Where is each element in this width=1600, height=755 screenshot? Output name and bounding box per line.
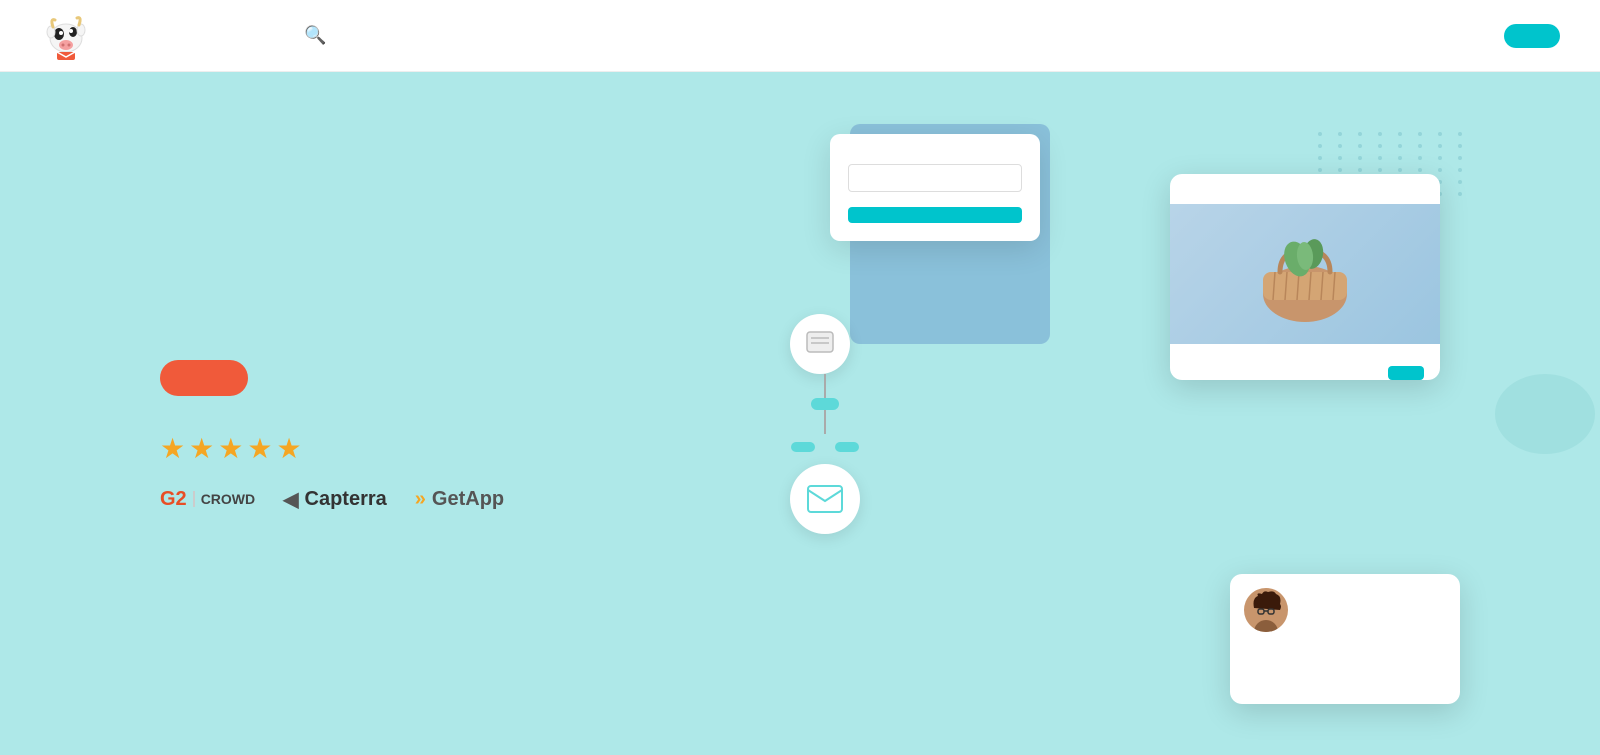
getapp-arrows-icon: » bbox=[415, 488, 426, 511]
navbar: 🔍 bbox=[0, 0, 1600, 72]
flow-no-node bbox=[835, 442, 859, 452]
automation-flow bbox=[790, 314, 860, 534]
star-3: ★ bbox=[218, 432, 243, 465]
flow-email-icon bbox=[790, 464, 860, 534]
hero-section: const dp = document.querySelector('.dots… bbox=[0, 72, 1600, 755]
getapp-badge: » GetApp bbox=[415, 488, 504, 511]
analytics-header bbox=[1244, 588, 1446, 632]
start-free-nav-button[interactable] bbox=[1504, 24, 1560, 48]
star-4: ★ bbox=[247, 432, 272, 465]
capterra-label: Capterra bbox=[305, 488, 387, 511]
star-5: ★ bbox=[276, 432, 301, 465]
blob-decoration bbox=[1495, 374, 1595, 454]
capterra-arrow-icon: ◀ bbox=[283, 487, 298, 512]
flow-split bbox=[790, 442, 860, 452]
nav-links: 🔍 bbox=[160, 25, 1480, 46]
star-1: ★ bbox=[160, 432, 185, 465]
sub-form-subscribe-button[interactable] bbox=[848, 207, 1022, 223]
flow-start-icon bbox=[790, 314, 850, 374]
newsletter-card bbox=[1170, 174, 1440, 380]
flow-line-1 bbox=[824, 374, 826, 398]
trust-logos: G2 CROWD ◀ Capterra » GetApp bbox=[160, 487, 780, 512]
logo-icon bbox=[40, 10, 92, 62]
star-2: ★ bbox=[189, 432, 214, 465]
hero-start-free-button[interactable] bbox=[160, 360, 248, 396]
analytics-card bbox=[1230, 574, 1460, 704]
flow-line-2 bbox=[824, 410, 826, 434]
flow-yes-node bbox=[791, 442, 815, 452]
logo-area[interactable] bbox=[40, 10, 100, 62]
capterra-badge: ◀ Capterra bbox=[283, 487, 387, 512]
newsletter-body bbox=[1170, 344, 1440, 378]
newsletter-product-image bbox=[1170, 204, 1440, 344]
hero-left: ★ ★ ★ ★ ★ G2 CROWD ◀ Capterra » GetApp bbox=[160, 316, 780, 512]
subscription-form-card bbox=[830, 134, 1040, 241]
hero-reviews: ★ ★ ★ ★ ★ bbox=[160, 432, 780, 465]
newsletter-header bbox=[1170, 174, 1440, 204]
nav-right bbox=[1480, 24, 1560, 48]
search-icon[interactable]: 🔍 bbox=[304, 25, 326, 46]
g2-badge: G2 CROWD bbox=[160, 488, 255, 511]
analytics-chart bbox=[1244, 640, 1446, 690]
star-rating: ★ ★ ★ ★ ★ bbox=[160, 432, 302, 465]
crowd-label: CROWD bbox=[193, 491, 255, 507]
hero-right bbox=[780, 114, 1480, 714]
sub-form-email-input[interactable] bbox=[848, 164, 1022, 192]
g2-logo: G2 bbox=[160, 488, 187, 511]
analytics-avatar bbox=[1244, 588, 1288, 632]
getapp-label: GetApp bbox=[432, 488, 504, 511]
flow-wait-node bbox=[811, 398, 839, 410]
buy-now-button[interactable] bbox=[1388, 366, 1424, 380]
